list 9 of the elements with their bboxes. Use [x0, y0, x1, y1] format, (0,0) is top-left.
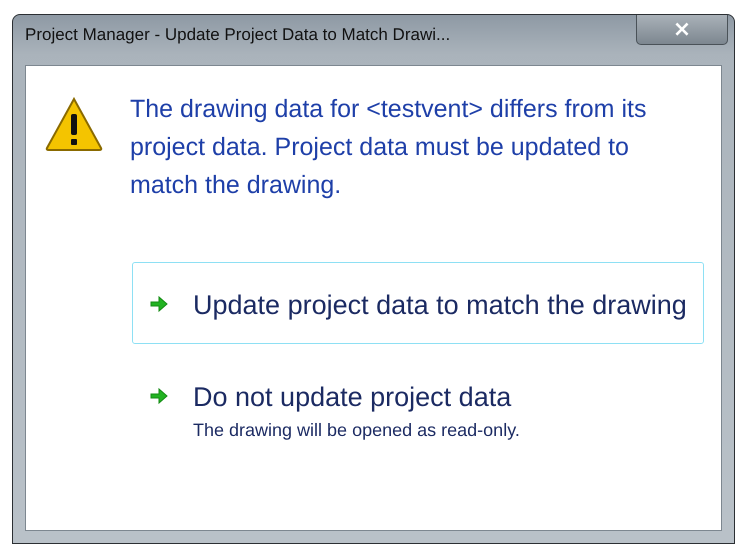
warning-icon	[44, 96, 104, 152]
command-link-label: Do not update project data	[193, 381, 512, 414]
arrow-icon	[149, 387, 169, 405]
dialog-message: The drawing data for <testvent> differs from its project data. Project data must be updated to match the drawing.	[130, 94, 648, 201]
command-link-note: The drawing will be opened as read-only.	[193, 419, 520, 442]
arrow-icon	[149, 295, 169, 313]
window-title: Project Manager - Update Project Data to Match Drawi...	[25, 25, 450, 45]
command-link[interactable]: Update project data to match the drawing	[132, 262, 704, 344]
command-link-label: Update project data to match the drawing	[193, 289, 687, 322]
